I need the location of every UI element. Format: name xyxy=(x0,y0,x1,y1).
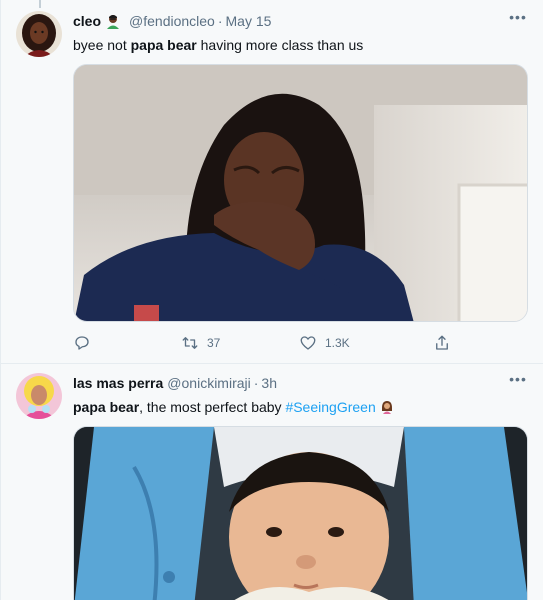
tweet-media-image[interactable] xyxy=(73,426,528,600)
tweet-actions: 37 1.3K xyxy=(73,332,473,354)
timestamp[interactable]: 3h xyxy=(261,374,277,392)
hashtag-link[interactable]: #SeeingGreen xyxy=(285,399,375,415)
tweet-text: papa bear, the most perfect baby #Seeing… xyxy=(73,398,394,416)
tweet-text: byee not papa bear having more class tha… xyxy=(73,36,363,54)
woman-emoji-icon xyxy=(380,400,394,414)
timeline-feed: cleo @fendioncleo · May 15 ••• byee not … xyxy=(0,0,543,600)
avatar[interactable] xyxy=(16,373,62,419)
reply-icon xyxy=(75,336,89,350)
like-button[interactable]: 1.3K xyxy=(299,332,350,354)
tweet-header: cleo @fendioncleo · May 15 xyxy=(73,12,271,30)
tweet-text-bold: papa bear xyxy=(130,37,197,53)
user-handle[interactable]: @onickimiraji xyxy=(167,374,250,392)
tweet-text-plain: byee not xyxy=(73,37,131,53)
tweet[interactable]: las mas perra @onickimiraji · 3h ••• pap… xyxy=(1,364,543,600)
avatar[interactable] xyxy=(16,11,62,57)
display-name[interactable]: cleo xyxy=(73,12,101,30)
share-icon xyxy=(436,335,448,350)
tweet[interactable]: cleo @fendioncleo · May 15 ••• byee not … xyxy=(1,0,543,364)
reply-button[interactable] xyxy=(73,332,91,354)
like-count: 1.3K xyxy=(325,336,350,350)
separator-dot: · xyxy=(217,13,223,29)
timestamp[interactable]: May 15 xyxy=(226,12,272,30)
display-name[interactable]: las mas perra xyxy=(73,374,163,392)
user-handle[interactable]: @fendioncleo xyxy=(129,12,215,30)
tweet-text-plain: , the most perfect baby xyxy=(139,399,286,415)
share-button[interactable] xyxy=(433,332,451,354)
more-options-icon[interactable]: ••• xyxy=(508,372,528,392)
scientist-emoji-icon xyxy=(105,13,121,29)
tweet-text-plain: having more class than us xyxy=(196,37,364,53)
retweet-icon xyxy=(182,337,198,349)
more-options-icon[interactable]: ••• xyxy=(508,10,528,30)
tweet-header: las mas perra @onickimiraji · 3h xyxy=(73,374,277,392)
retweet-count: 37 xyxy=(207,336,221,350)
tweet-media-image[interactable] xyxy=(73,64,528,322)
tweet-text-bold: papa bear xyxy=(73,399,140,415)
heart-icon xyxy=(300,336,316,350)
separator-dot: · xyxy=(253,375,259,391)
retweet-button[interactable]: 37 xyxy=(181,332,220,354)
